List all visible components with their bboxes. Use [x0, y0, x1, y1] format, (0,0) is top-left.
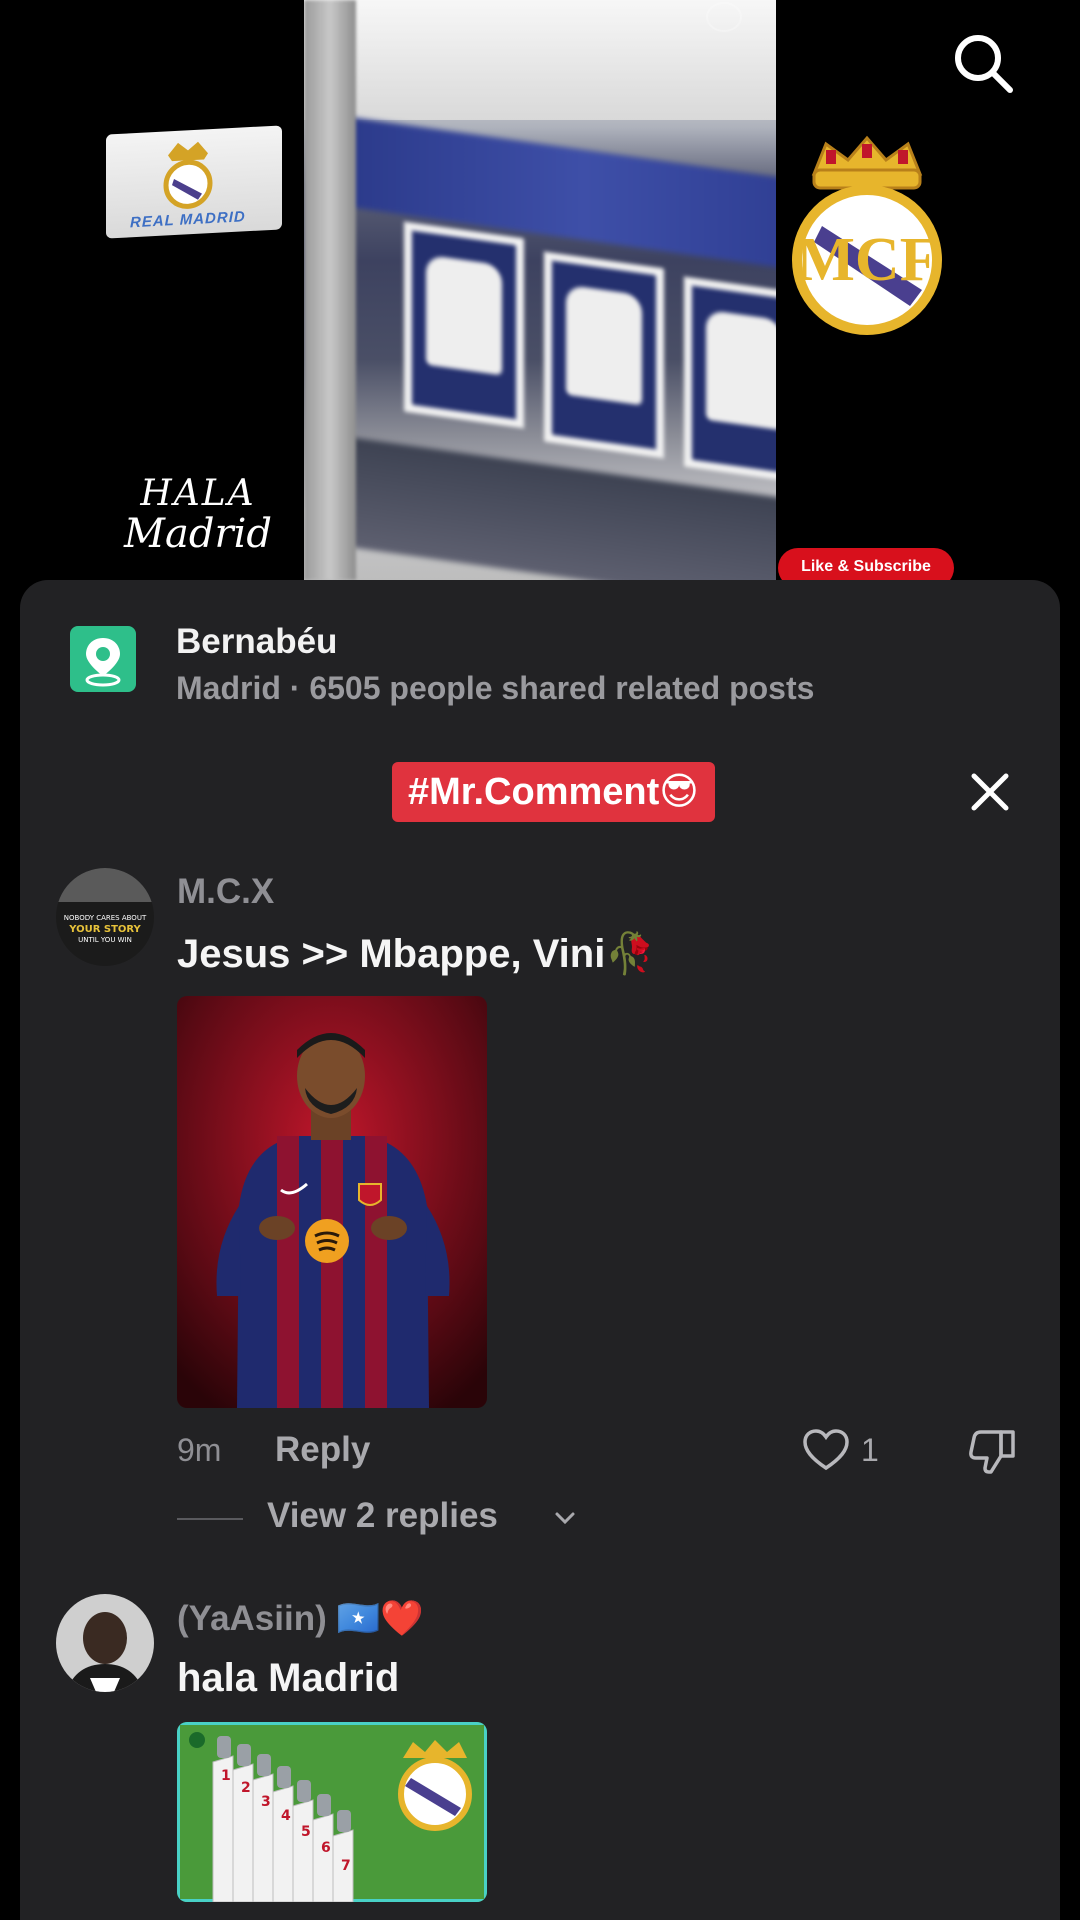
view-replies-button[interactable]: View 2 replies: [177, 1496, 677, 1542]
comment-username[interactable]: (YaAsiin) 🇸🇴❤️: [177, 1598, 424, 1639]
jersey: [706, 309, 776, 431]
svg-text:UNTIL YOU WIN: UNTIL YOU WIN: [78, 936, 132, 944]
comments-sheet: Bernabéu Madrid · 6505 people shared rel…: [20, 580, 1060, 1920]
comment-image[interactable]: [177, 996, 487, 1408]
close-icon: [971, 773, 1009, 811]
svg-text:YOUR STORY: YOUR STORY: [68, 924, 141, 935]
location-meta: Madrid · 6505 people shared related post…: [176, 670, 815, 706]
dislike-button[interactable]: [967, 1426, 1017, 1476]
stand-number: 1: [221, 1768, 231, 1784]
crest-icon: [163, 141, 213, 209]
comment-item: NOBODY CARES ABOUT YOUR STORY UNTIL YOU …: [20, 868, 1060, 1535]
like-count: 1: [861, 1432, 879, 1468]
stand-number: 2: [241, 1780, 251, 1796]
caption-line-2: Madrid: [124, 511, 272, 557]
jersey: [566, 284, 642, 406]
chevron-down-icon: [555, 1512, 575, 1525]
close-button[interactable]: [968, 770, 1012, 814]
hashtag-badge[interactable]: #Mr.Comment😎: [392, 762, 715, 822]
tag-row: #Mr.Comment😎: [20, 762, 1060, 826]
comment-actions: 9m Reply 1: [177, 1426, 1037, 1476]
flag-text: REAL MADRID: [130, 208, 246, 232]
comment-time: 9m: [177, 1432, 222, 1468]
map-pin-icon: [70, 626, 136, 692]
locker: [404, 221, 524, 429]
comment-text: hala Madrid: [177, 1656, 400, 1700]
location-link[interactable]: Bernabéu Madrid · 6505 people shared rel…: [70, 622, 970, 712]
real-madrid-flag: REAL MADRID: [106, 125, 282, 239]
stand-number: 4: [281, 1808, 291, 1824]
comment-username[interactable]: M.C.X: [177, 872, 274, 912]
video-frame: [304, 0, 776, 580]
comment-text: Jesus >> Mbappe, Vini🥀: [177, 932, 656, 976]
location-name: Bernabéu: [176, 622, 338, 661]
search-button[interactable]: [950, 30, 1016, 96]
stand-number: 6: [321, 1840, 331, 1856]
jersey: [426, 254, 502, 376]
avatar[interactable]: [56, 1594, 154, 1692]
video-player[interactable]: REAL MADRID MCF HALA Madrid Like & Subsc…: [0, 0, 1080, 580]
reply-button[interactable]: Reply: [275, 1430, 370, 1470]
view-replies-label: View 2 replies: [267, 1496, 498, 1535]
caption-line-1: HALA: [140, 473, 256, 514]
heart-icon: [803, 1429, 849, 1471]
video-pillar: [304, 0, 356, 580]
locker: [544, 251, 664, 459]
thumbs-down-icon: [969, 1430, 1015, 1474]
watermark-icon: [706, 2, 742, 32]
search-icon: [955, 35, 1013, 93]
hala-madrid-caption: HALA Madrid: [118, 473, 278, 557]
comment-image[interactable]: 1 2 3 4 5 6 7: [177, 1722, 487, 1902]
stand-number: 7: [341, 1858, 351, 1874]
real-madrid-crest-icon: MCF: [792, 135, 942, 335]
svg-text:NOBODY CARES ABOUT: NOBODY CARES ABOUT: [64, 914, 147, 922]
svg-text:MCF: MCF: [796, 226, 937, 294]
like-button[interactable]: 1: [801, 1426, 901, 1476]
stand-number: 3: [261, 1794, 271, 1810]
locker: [684, 276, 776, 484]
subscribe-badge: Like & Subscribe: [778, 548, 954, 580]
comment-item: (YaAsiin) 🇸🇴❤️ hala Madrid 1 2 3 4 5 6 7: [20, 1594, 1060, 1920]
replies-divider: [177, 1518, 243, 1520]
stand-number: 5: [301, 1824, 311, 1840]
avatar[interactable]: NOBODY CARES ABOUT YOUR STORY UNTIL YOU …: [56, 868, 154, 966]
